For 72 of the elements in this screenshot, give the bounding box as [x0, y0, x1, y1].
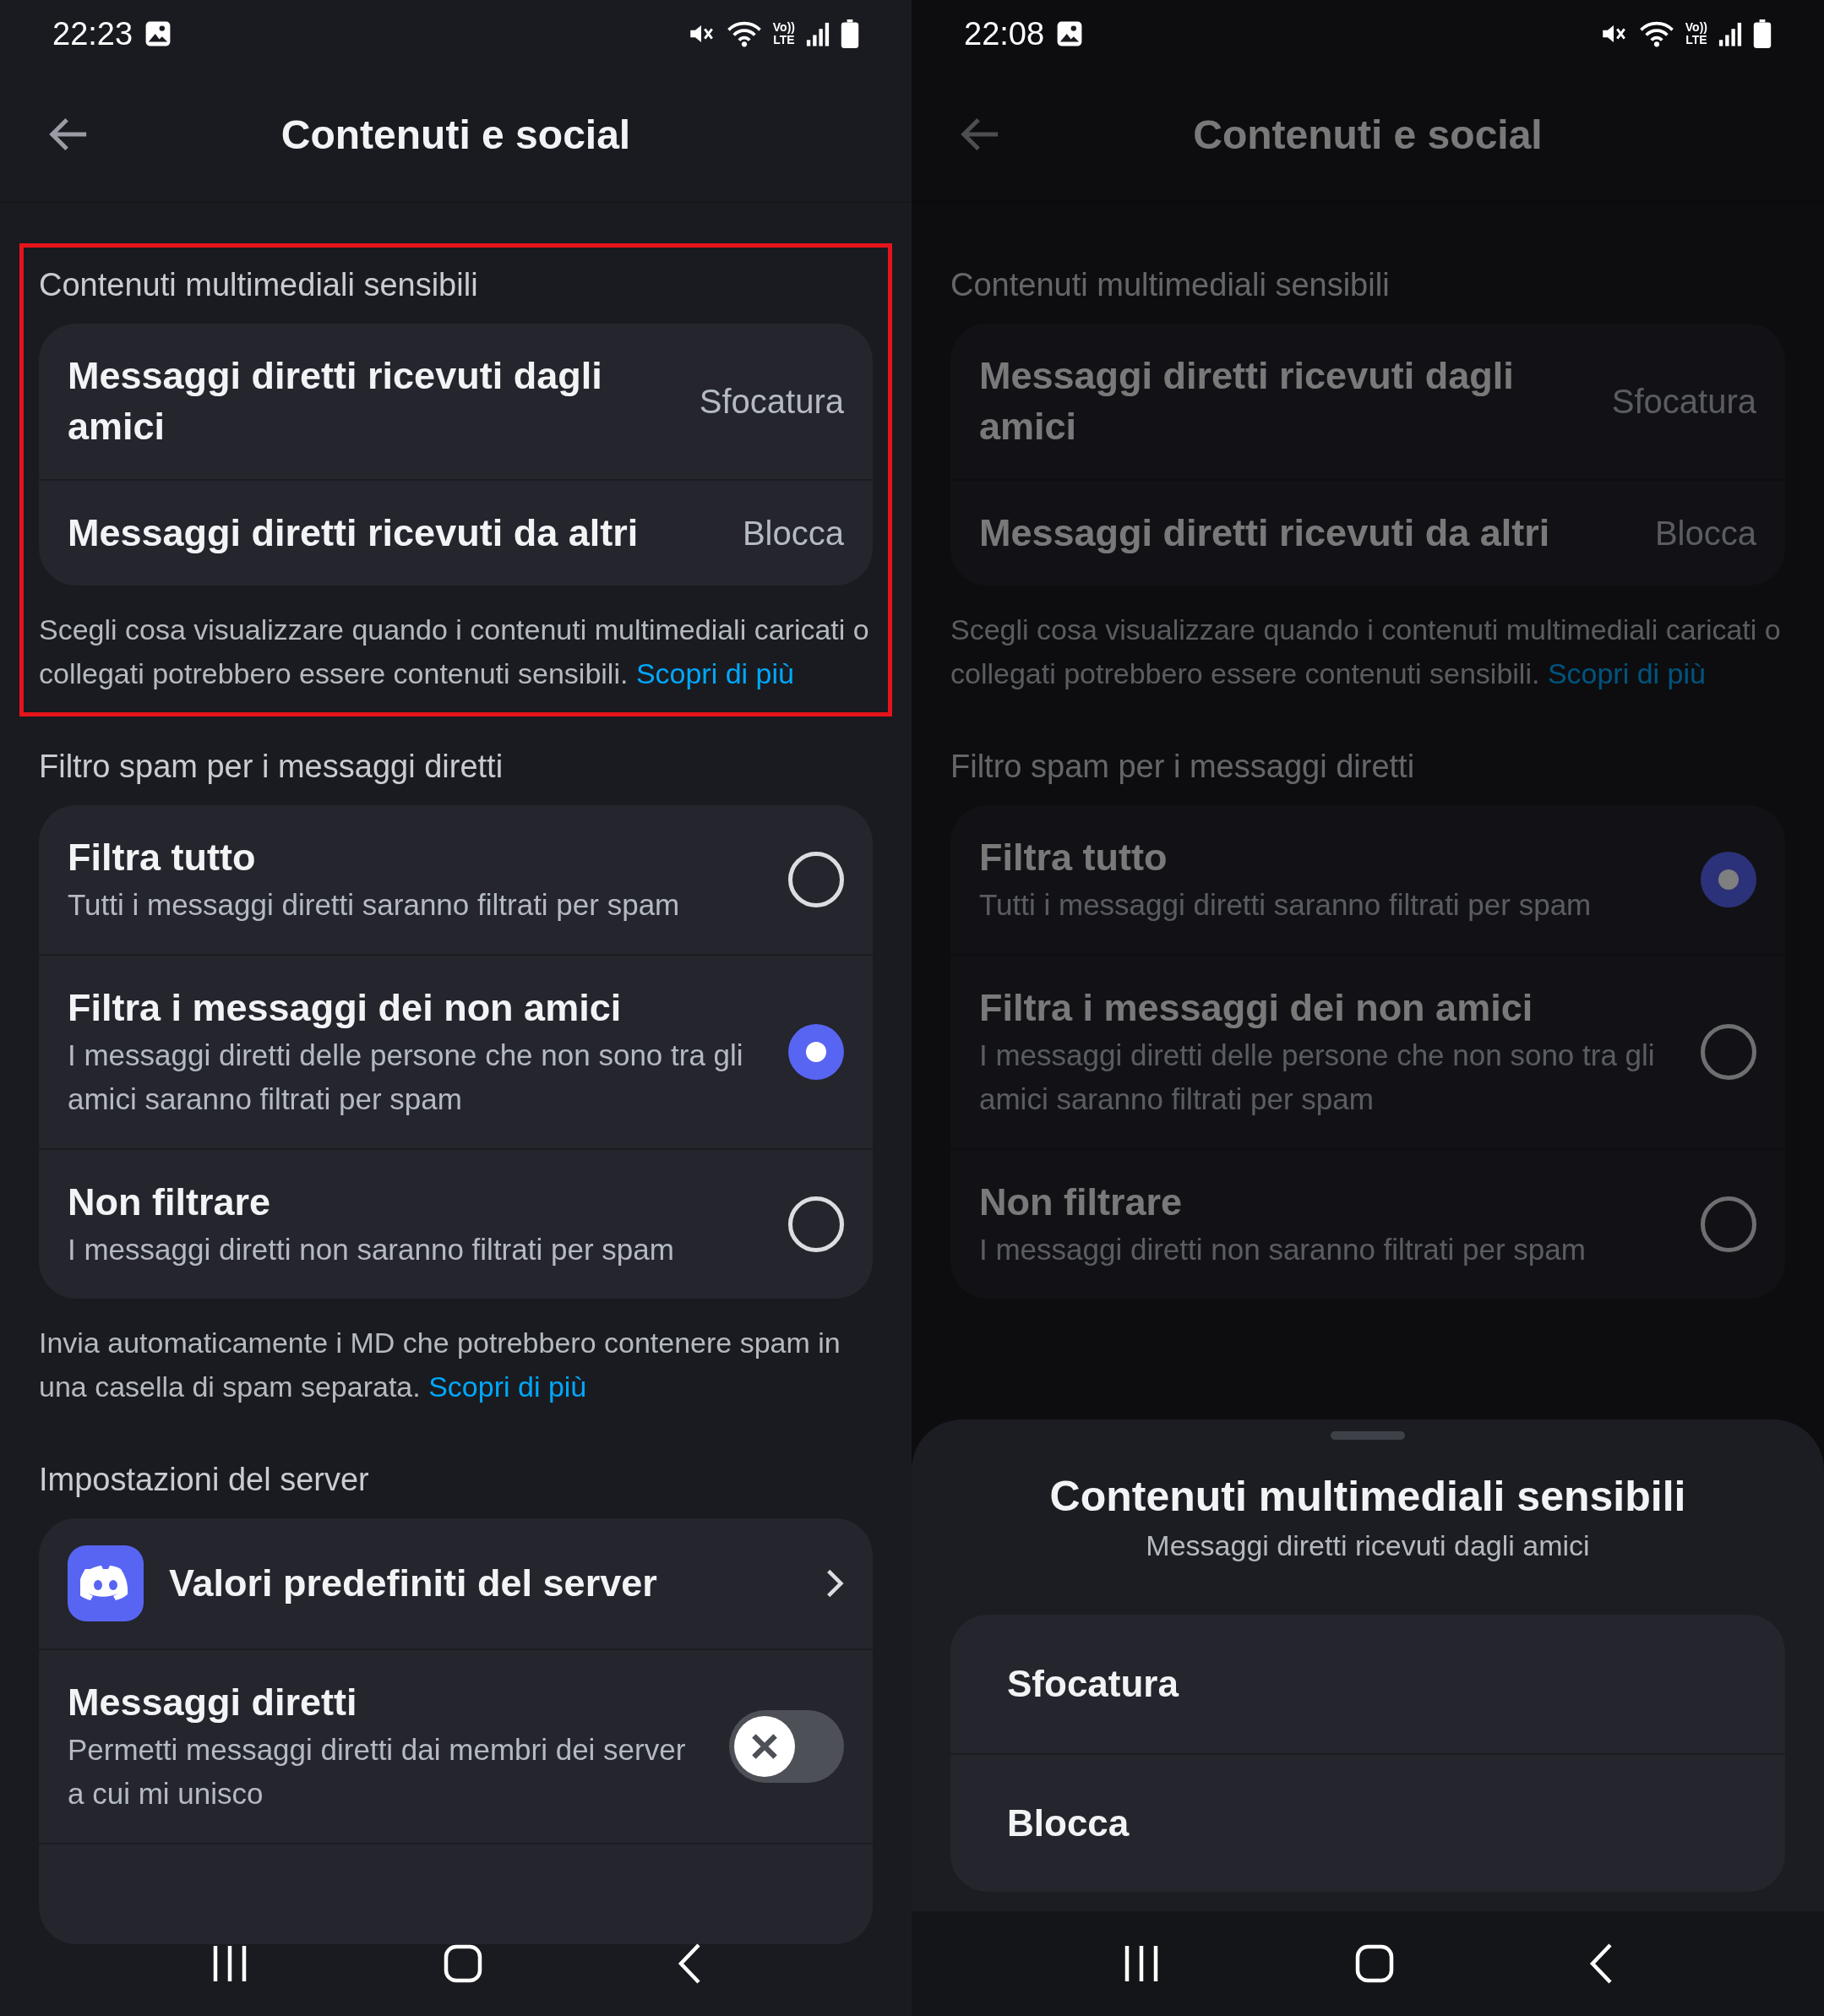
page-title: Contenuti e social: [280, 111, 632, 158]
setting-row[interactable]: Messaggi diretti ricevuti da altri Blocca: [950, 479, 1785, 586]
setting-title: Messaggi diretti ricevuti da altri: [979, 510, 1551, 556]
section-label: Contenuti multimediali sensibili: [39, 266, 479, 304]
section-note: Invia automaticamente i MD che potrebbero contenere spam in una casella di spam separata. Scopri di più: [39, 1326, 841, 1404]
option-description: I messaggi diretti delle persone che non sono tra gli amici saranno filtrati per spam: [68, 1038, 744, 1117]
section-label: Impostazioni del server: [39, 1461, 370, 1499]
status-time: 22:23: [52, 15, 133, 52]
option-description: Tutti i messaggi diretti saranno filtrati per spam: [68, 887, 681, 923]
signal-icon: [1718, 20, 1743, 47]
image-icon: [1056, 20, 1084, 47]
radio-button[interactable]: [788, 1196, 844, 1252]
setting-value: Blocca: [742, 514, 844, 553]
sheet-subtitle: Messaggi diretti ricevuti dagli amici: [1146, 1529, 1590, 1562]
section-label: Filtro spam per i messaggi diretti: [39, 748, 504, 786]
sheet-option[interactable]: Sfocatura: [950, 1615, 1785, 1753]
option-title: Filtra tutto: [68, 835, 257, 880]
learn-more-link[interactable]: Scopri di più: [428, 1370, 587, 1403]
radio-option-row[interactable]: Filtra tutto Tutti i messaggi diretti saranno filtrati per spam: [950, 805, 1785, 954]
section-label: Contenuti multimediali sensibili: [950, 266, 1391, 304]
network-label: Vo)) LTE: [772, 21, 795, 46]
option-description: I messaggi diretti non saranno filtrati per spam: [979, 1232, 1587, 1267]
signal-icon: [805, 20, 830, 47]
setting-title: Messaggi diretti ricevuti dagli amici: [979, 353, 1515, 450]
setting-value: Blocca: [1654, 514, 1756, 553]
home-icon[interactable]: [443, 1944, 482, 1983]
setting-row[interactable]: Messaggi diretti ricevuti dagli amici Sfocatura: [39, 324, 873, 479]
battery-icon: [1753, 19, 1772, 48]
option-title: Non filtrare: [68, 1180, 272, 1225]
setting-title: Messaggi diretti ricevuti dagli amici: [68, 353, 603, 450]
option-title: Filtra tutto: [979, 835, 1168, 880]
section-note: Scegli cosa visualizzare quando i contenuti multimediali caricati o collegati potrebbero essere contenuti sensibili. Scopri di più: [950, 613, 1782, 691]
option-title: Filtra i messaggi dei non amici: [979, 985, 1534, 1031]
option-title: Non filtrare: [979, 1180, 1184, 1225]
option-description: I messaggi diretti delle persone che non sono tra gli amici saranno filtrati per spam: [979, 1038, 1656, 1117]
radio-option-row[interactable]: Non filtrare I messaggi diretti non saranno filtrati per spam: [950, 1148, 1785, 1299]
radio-button[interactable]: [1701, 1024, 1756, 1080]
setting-value: Sfocatura: [699, 382, 844, 421]
chevron-right-icon: [825, 1567, 844, 1599]
setting-title: Messaggi diretti: [68, 1680, 358, 1725]
option-description: Tutti i messaggi diretti saranno filtrati per spam: [979, 887, 1593, 923]
network-label: Vo)) LTE: [1685, 21, 1707, 46]
setting-row[interactable]: Messaggi diretti ricevuti da altri Blocca: [39, 479, 873, 586]
sheet-title: Contenuti multimediali sensibili: [1049, 1472, 1686, 1521]
home-icon[interactable]: [1355, 1944, 1394, 1983]
setting-value: Sfocatura: [1611, 382, 1756, 421]
radio-button[interactable]: [1701, 1196, 1756, 1252]
status-time: 22:08: [964, 15, 1045, 52]
learn-more-link[interactable]: Scopri di più: [635, 657, 794, 689]
radio-option-row[interactable]: Filtra tutto Tutti i messaggi diretti saranno filtrati per spam: [39, 805, 873, 954]
section-label: Filtro spam per i messaggi diretti: [950, 748, 1416, 786]
page-title: Contenuti e social: [1192, 111, 1544, 158]
setting-row[interactable]: Messaggi diretti ricevuti dagli amici Sfocatura: [950, 324, 1785, 479]
back-icon[interactable]: [1588, 1942, 1614, 1985]
setting-row[interactable]: Valori predefiniti del server: [39, 1518, 873, 1648]
radio-option-row[interactable]: Filtra i messaggi dei non amici I messaggi diretti delle persone che non sono tra gli amici saranno filtrati per spam: [950, 954, 1785, 1148]
radio-button[interactable]: [788, 852, 844, 907]
sheet-option[interactable]: Blocca: [950, 1753, 1785, 1892]
image-icon: [144, 20, 172, 47]
setting-title: Messaggi diretti ricevuti da altri: [68, 510, 640, 556]
app-logo-icon: [68, 1545, 144, 1621]
section-note: Scegli cosa visualizzare quando i contenuti multimediali caricati o collegati potrebbero essere contenuti sensibili. Scopri di più: [39, 613, 870, 691]
sheet-handle[interactable]: [1331, 1431, 1405, 1440]
setting-title: Valori predefiniti del server: [169, 1561, 658, 1606]
setting-description: Permetti messaggi diretti dai membri dei server a cui mi unisco: [68, 1732, 687, 1812]
radio-option-row[interactable]: Filtra i messaggi dei non amici I messaggi diretti delle persone che non sono tra gli amici saranno filtrati per spam: [39, 954, 873, 1148]
radio-option-row[interactable]: Non filtrare I messaggi diretti non saranno filtrati per spam: [39, 1148, 873, 1299]
battery-icon: [841, 19, 859, 48]
back-icon[interactable]: [676, 1942, 702, 1985]
option-title: Filtra i messaggi dei non amici: [68, 985, 623, 1031]
option-description: I messaggi diretti non saranno filtrati per spam: [68, 1232, 675, 1267]
close-icon: [749, 1731, 780, 1762]
